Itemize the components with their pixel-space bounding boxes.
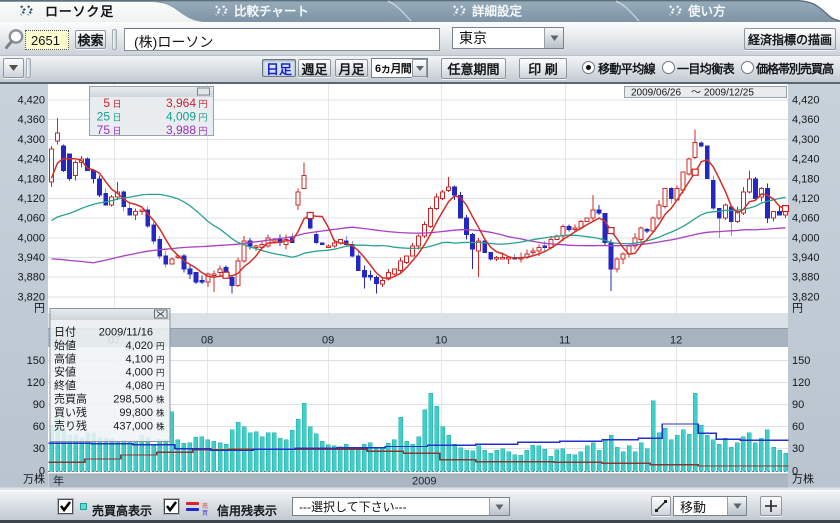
svg-text:4,000: 4,000 — [125, 367, 153, 379]
svg-text:円: 円 — [199, 126, 208, 136]
svg-text:25: 25 — [97, 109, 111, 123]
svg-text:円: 円 — [156, 354, 165, 364]
svg-text:120: 120 — [792, 377, 810, 389]
svg-text:万株: 万株 — [792, 472, 814, 486]
svg-text:3,880: 3,880 — [792, 272, 820, 284]
svg-text:ローソク足: ローソク足 — [45, 4, 114, 19]
svg-text:4,100: 4,100 — [125, 353, 153, 365]
svg-text:高値: 高値 — [54, 351, 76, 365]
svg-text:3,964: 3,964 — [166, 96, 196, 110]
svg-text:4,240: 4,240 — [17, 154, 45, 166]
svg-text:5: 5 — [103, 96, 110, 110]
svg-text:11: 11 — [559, 335, 570, 347]
svg-text:万株: 万株 — [23, 472, 45, 486]
svg-text:120: 120 — [27, 377, 45, 389]
svg-text:4,000: 4,000 — [792, 232, 820, 244]
svg-text:日: 日 — [113, 112, 122, 122]
svg-text:75: 75 — [97, 123, 111, 137]
svg-text:円: 円 — [792, 303, 803, 315]
svg-text:比較チャート: 比較チャート — [234, 4, 309, 19]
svg-text:4,000: 4,000 — [17, 232, 45, 244]
svg-text:株: 株 — [156, 408, 165, 418]
svg-text:4,420: 4,420 — [792, 95, 820, 107]
svg-text:30: 30 — [33, 443, 45, 455]
svg-text:4,120: 4,120 — [792, 193, 820, 205]
svg-text:円: 円 — [156, 368, 165, 378]
svg-text:詳細設定: 詳細設定 — [472, 4, 523, 19]
svg-text:3,880: 3,880 — [17, 272, 45, 284]
svg-text:日: 日 — [113, 99, 122, 109]
svg-text:60: 60 — [792, 421, 804, 433]
svg-text:150: 150 — [27, 355, 45, 367]
svg-text:3,940: 3,940 — [792, 252, 820, 264]
svg-text:始値: 始値 — [54, 338, 76, 352]
svg-text:4,009: 4,009 — [166, 109, 196, 123]
svg-text:2009/06/26 ～ 2009/12/25: 2009/06/26 ～ 2009/12/25 — [631, 88, 754, 99]
svg-text:円: 円 — [156, 341, 165, 351]
svg-text:3,940: 3,940 — [17, 252, 45, 264]
svg-text:日付: 日付 — [54, 326, 76, 339]
svg-text:90: 90 — [792, 399, 804, 411]
svg-text:安値: 安値 — [54, 365, 76, 379]
svg-text:4,020: 4,020 — [125, 340, 153, 352]
svg-text:円: 円 — [199, 112, 208, 122]
svg-text:4,240: 4,240 — [792, 154, 820, 166]
svg-text:日: 日 — [113, 126, 122, 136]
svg-text:3,988: 3,988 — [166, 123, 196, 137]
svg-text:4,080: 4,080 — [125, 380, 153, 392]
svg-text:2009/11/16: 2009/11/16 — [99, 327, 153, 339]
svg-text:08: 08 — [201, 335, 213, 347]
svg-text:09: 09 — [322, 335, 334, 347]
svg-text:使い方: 使い方 — [687, 4, 726, 19]
svg-text:99,800: 99,800 — [119, 407, 153, 419]
svg-text:売買高: 売買高 — [54, 392, 87, 406]
svg-text:4,060: 4,060 — [792, 213, 820, 225]
svg-text:90: 90 — [33, 399, 45, 411]
svg-text:30: 30 — [792, 443, 804, 455]
svg-text:437,000: 437,000 — [113, 420, 153, 432]
svg-text:4,360: 4,360 — [792, 114, 820, 126]
svg-text:4,420: 4,420 — [17, 95, 45, 107]
svg-text:12: 12 — [670, 335, 682, 347]
svg-text:4,120: 4,120 — [17, 193, 45, 205]
svg-text:60: 60 — [33, 421, 45, 433]
svg-text:4,180: 4,180 — [792, 173, 820, 185]
svg-text:終値: 終値 — [54, 378, 76, 392]
svg-text:298,500: 298,500 — [113, 394, 153, 406]
svg-text:買い残: 買い残 — [54, 405, 87, 419]
svg-text:4,060: 4,060 — [17, 213, 45, 225]
svg-text:4,360: 4,360 — [17, 114, 45, 126]
svg-text:円: 円 — [156, 381, 165, 391]
svg-text:10: 10 — [435, 335, 447, 347]
svg-text:円: 円 — [34, 303, 45, 315]
svg-text:150: 150 — [792, 355, 810, 367]
svg-text:2009: 2009 — [412, 476, 436, 488]
svg-text:株: 株 — [156, 421, 165, 431]
svg-text:売り残: 売り残 — [54, 418, 87, 432]
svg-text:4,180: 4,180 — [17, 173, 45, 185]
svg-text:円: 円 — [199, 99, 208, 109]
svg-text:株: 株 — [156, 395, 165, 405]
svg-text:4,300: 4,300 — [17, 134, 45, 146]
svg-text:4,300: 4,300 — [792, 134, 820, 146]
svg-text:年: 年 — [53, 474, 64, 488]
